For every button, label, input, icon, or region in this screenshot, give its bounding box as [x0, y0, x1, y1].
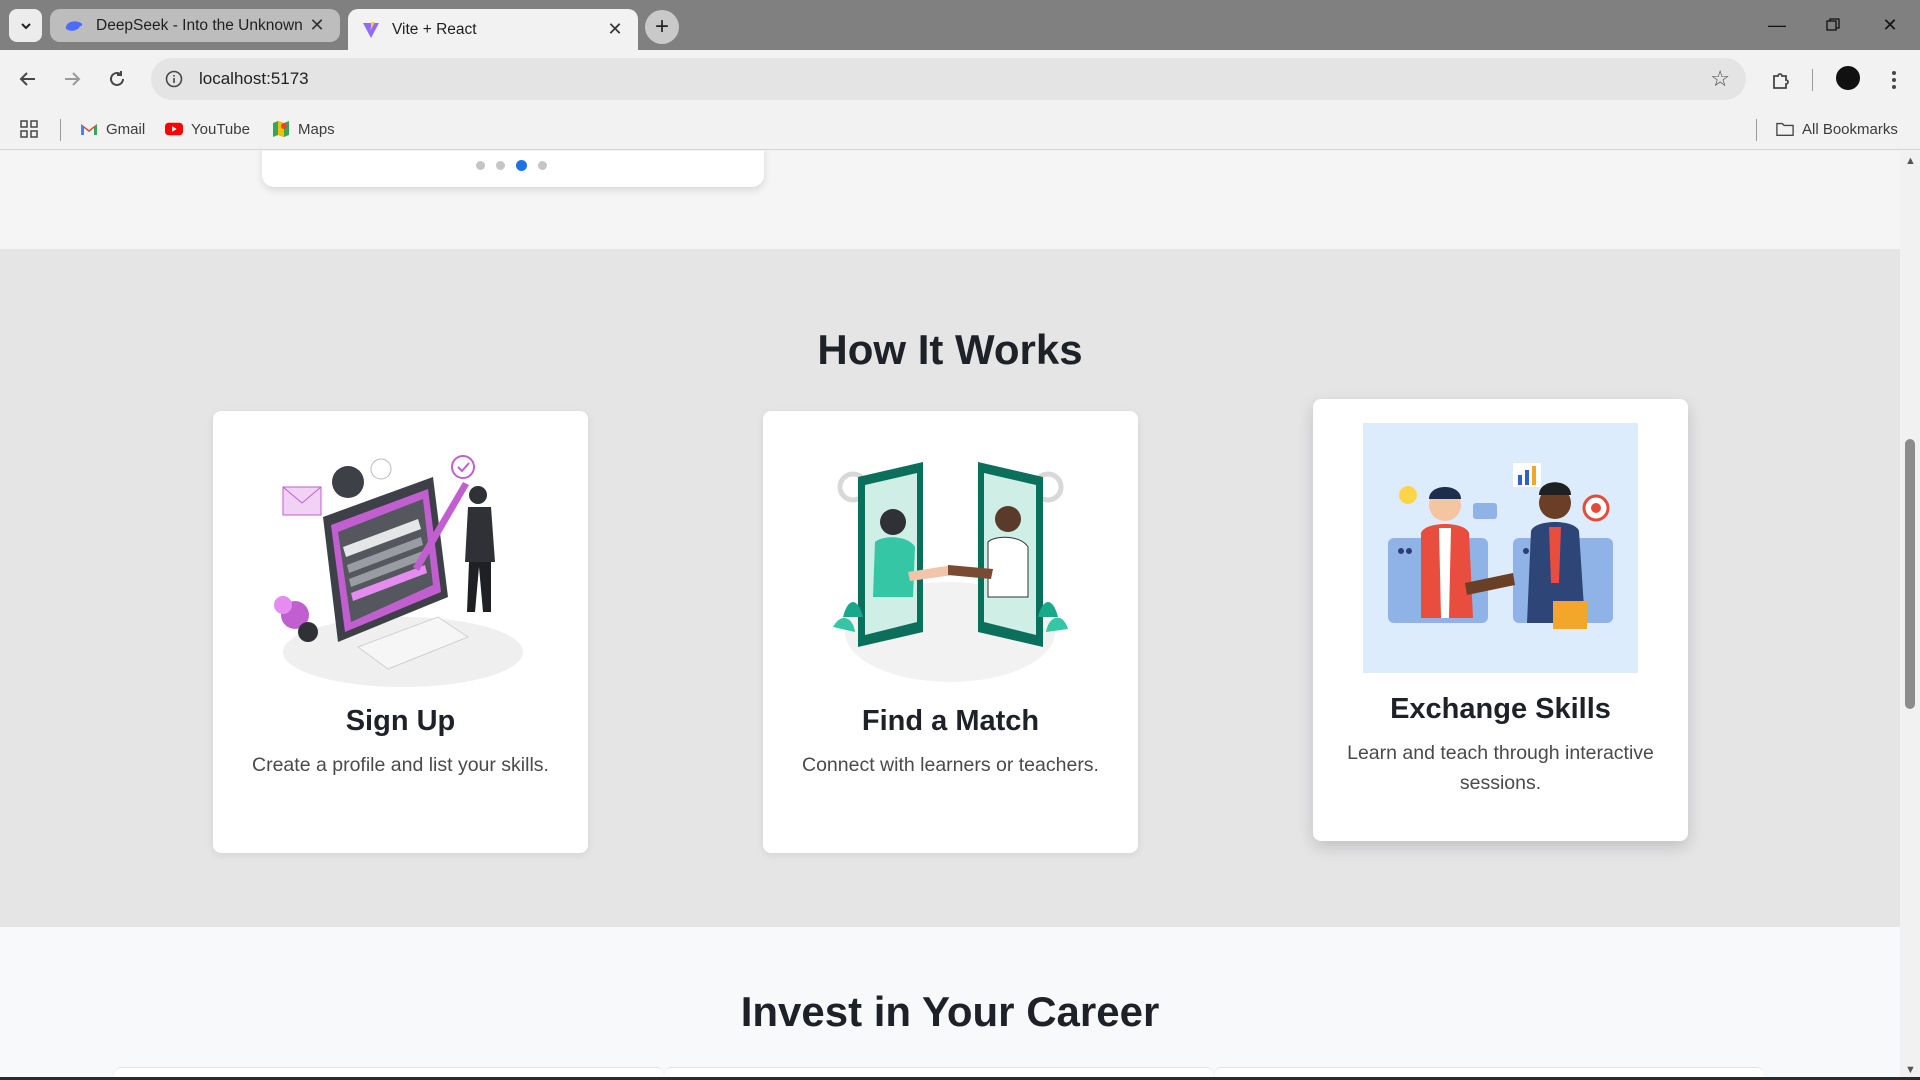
carousel-dots — [476, 160, 547, 171]
site-info-icon[interactable] — [157, 62, 191, 96]
menu-button[interactable] — [1877, 63, 1911, 97]
page-viewport: How It Works Sign Up Create a profile an… — [0, 151, 1900, 1080]
new-tab-button[interactable]: + — [645, 10, 679, 44]
tab-deepseek[interactable]: DeepSeek - Into the Unknown ✕ — [50, 9, 340, 42]
chevron-down-icon — [20, 22, 31, 29]
step-description: Learn and teach through interactive sess… — [1347, 742, 1654, 794]
youtube-icon — [165, 120, 183, 138]
section-title: Invest in Your Career — [740, 988, 1160, 1035]
section-title: How It Works — [817, 326, 1083, 373]
minimize-button[interactable]: — — [1757, 8, 1797, 42]
arrow-right-icon — [65, 72, 81, 86]
bookmarks-divider — [1756, 119, 1757, 141]
bookmarks-bar: Gmail YouTube Maps All Bookmarks — [0, 108, 1920, 150]
url-text: localhost:5173 — [199, 69, 309, 88]
address-bar[interactable]: localhost:5173 ☆ — [151, 58, 1746, 100]
testimonial-carousel-card — [262, 151, 764, 187]
handshake-phones-illustration — [833, 462, 1068, 682]
folder-icon — [1776, 120, 1794, 138]
carousel-dot[interactable] — [538, 161, 547, 170]
bookmark-label: YouTube — [191, 120, 250, 138]
step-title: Find a Match — [861, 705, 1040, 737]
step-card-sign-up: Sign Up Create a profile and list your s… — [213, 411, 588, 853]
skill-exchange-illustration — [1363, 423, 1638, 673]
close-window-button[interactable]: ✕ — [1870, 8, 1910, 42]
bookmark-youtube[interactable]: YouTube — [165, 116, 250, 142]
tab-bar: DeepSeek - Into the Unknown ✕ Vite + Rea… — [0, 0, 1920, 50]
bookmark-label: Gmail — [106, 120, 146, 138]
back-button[interactable] — [11, 62, 45, 96]
step-title: Sign Up — [345, 705, 456, 737]
apps-grid-icon — [20, 120, 38, 138]
step-card-find-a-match: Find a Match Connect with learners or te… — [763, 411, 1138, 853]
page-scrollbar[interactable]: ▲ ▼ — [1900, 151, 1920, 1080]
puzzle-icon — [1773, 73, 1789, 89]
all-bookmarks-button[interactable]: All Bookmarks — [1776, 116, 1898, 142]
close-icon: ✕ — [1882, 14, 1898, 35]
bookmark-label: Maps — [298, 120, 335, 138]
carousel-dot[interactable] — [476, 161, 485, 170]
close-icon[interactable]: ✕ — [606, 19, 624, 39]
all-bookmarks-label: All Bookmarks — [1802, 120, 1898, 138]
invest-section: Invest in Your Career — [0, 927, 1900, 1080]
reload-icon — [110, 71, 124, 86]
how-it-works-section: How It Works Sign Up Create a profile an… — [0, 249, 1900, 927]
deepseek-whale-icon — [65, 20, 83, 31]
scroll-down-arrow-icon[interactable]: ▼ — [1905, 1064, 1916, 1076]
vite-logo-icon — [363, 21, 379, 38]
more-vert-icon — [1892, 71, 1896, 89]
plus-icon: + — [654, 13, 669, 40]
scrollbar-thumb[interactable] — [1905, 439, 1915, 709]
tab-vite-react[interactable]: Vite + React ✕ — [348, 9, 638, 50]
restore-button[interactable] — [1813, 8, 1853, 42]
tab-search-button[interactable] — [9, 9, 42, 42]
step-description: Connect with learners or teachers. — [802, 754, 1099, 776]
carousel-dot[interactable] — [516, 160, 527, 171]
tab-title: DeepSeek - Into the Unknown — [96, 16, 303, 34]
sign-up-illustration — [274, 455, 523, 687]
minimize-icon: — — [1768, 14, 1786, 35]
bookmarks-divider — [60, 119, 61, 141]
maps-icon — [272, 120, 290, 138]
extensions-button[interactable] — [1764, 63, 1798, 97]
bookmark-gmail[interactable]: Gmail — [80, 116, 145, 142]
step-title: Exchange Skills — [1390, 693, 1611, 725]
bookmark-star-icon[interactable]: ☆ — [1710, 66, 1730, 92]
apps-button[interactable] — [20, 116, 38, 142]
close-icon[interactable]: ✕ — [308, 15, 326, 35]
reload-button[interactable] — [100, 62, 134, 96]
profile-avatar[interactable] — [1834, 64, 1862, 92]
step-description: Create a profile and list your skills. — [252, 754, 549, 776]
browser-toolbar: localhost:5173 ☆ — [0, 50, 1920, 108]
tab-title: Vite + React — [392, 20, 477, 38]
arrow-left-icon — [19, 72, 35, 86]
toolbar-divider — [1812, 69, 1813, 91]
step-card-exchange-skills: Exchange Skills Learn and teach through … — [1313, 399, 1688, 841]
carousel-dot[interactable] — [496, 161, 505, 170]
bookmark-maps[interactable]: Maps — [272, 116, 335, 142]
restore-icon — [1826, 18, 1840, 31]
gmail-icon — [80, 120, 98, 138]
forward-button[interactable] — [55, 62, 89, 96]
scroll-up-arrow-icon[interactable]: ▲ — [1905, 155, 1916, 167]
